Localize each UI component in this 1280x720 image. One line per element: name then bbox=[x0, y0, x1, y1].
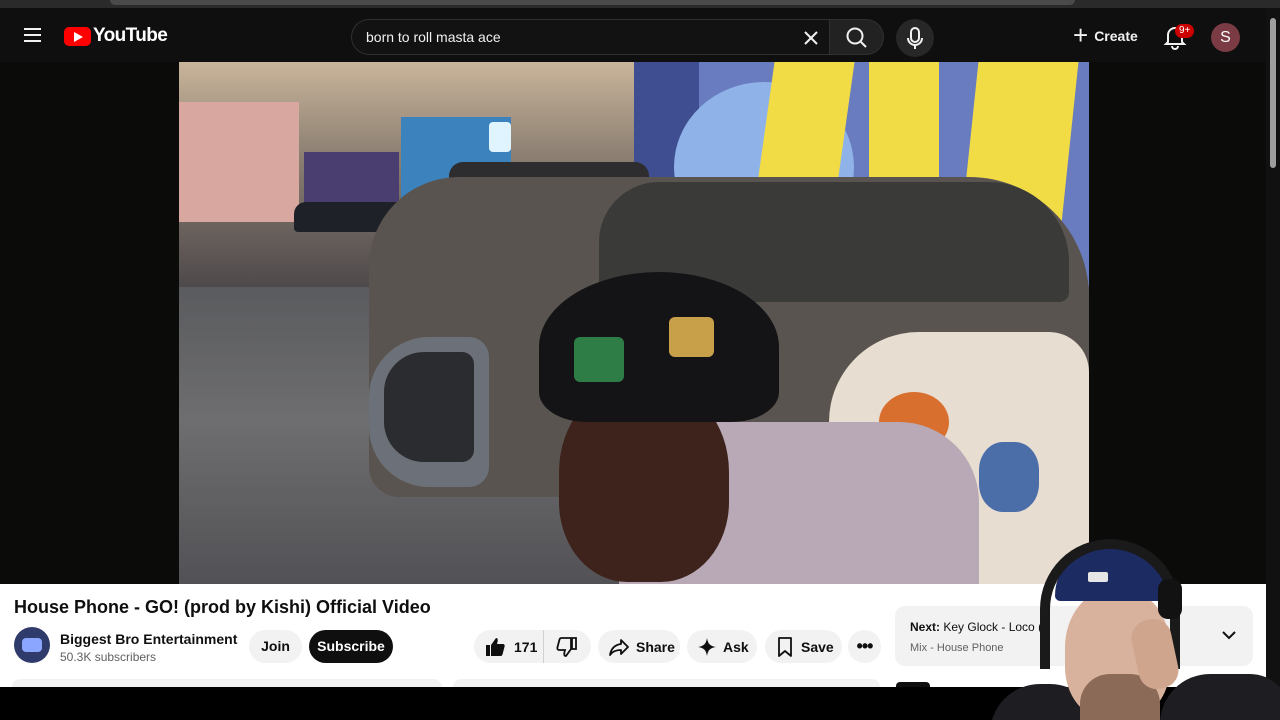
mic-icon bbox=[907, 27, 923, 49]
youtube-logo[interactable]: YouTube bbox=[64, 25, 168, 47]
webcam-headphone-cup bbox=[1158, 579, 1182, 619]
like-button[interactable]: 171 bbox=[474, 630, 544, 663]
like-dislike-group: 171 bbox=[474, 630, 591, 663]
video-frame[interactable] bbox=[179, 62, 1089, 584]
channel-avatar[interactable] bbox=[14, 627, 50, 663]
search-button[interactable] bbox=[829, 19, 884, 55]
share-label: Share bbox=[636, 638, 675, 655]
video-scene-cap-logo bbox=[574, 337, 624, 382]
share-button[interactable]: Share bbox=[598, 630, 680, 663]
subscribe-button[interactable]: Subscribe bbox=[309, 630, 393, 663]
subscriber-count: 50.3K subscribers bbox=[60, 650, 157, 664]
save-button[interactable]: Save bbox=[765, 630, 842, 663]
join-button[interactable]: Join bbox=[249, 630, 302, 663]
menu-icon[interactable] bbox=[18, 21, 46, 49]
create-button[interactable]: + Create bbox=[1065, 18, 1147, 54]
channel-name[interactable]: Biggest Bro Entertainment bbox=[60, 631, 237, 647]
comments-panel-edge bbox=[453, 679, 880, 687]
scroll-thumb[interactable] bbox=[1270, 18, 1276, 168]
youtube-header: YouTube born to roll masta ace + Create … bbox=[0, 8, 1266, 62]
voice-search-button[interactable] bbox=[896, 19, 934, 57]
search-icon bbox=[846, 27, 867, 48]
thumbs-up-icon bbox=[486, 637, 505, 656]
account-avatar[interactable]: S bbox=[1211, 23, 1240, 52]
video-scene-storefront bbox=[179, 102, 299, 222]
create-label: Create bbox=[1094, 28, 1138, 44]
search-query-text[interactable]: born to roll masta ace bbox=[366, 29, 501, 45]
bookmark-icon bbox=[778, 636, 792, 657]
webcam-overlay bbox=[930, 524, 1280, 720]
like-count: 171 bbox=[514, 638, 538, 655]
plus-icon: + bbox=[1073, 20, 1089, 50]
thumbs-down-icon bbox=[556, 636, 577, 657]
dislike-button[interactable] bbox=[544, 630, 590, 663]
search-input[interactable]: born to roll masta ace bbox=[351, 19, 829, 55]
more-icon[interactable]: ••• bbox=[848, 630, 881, 663]
video-title: House Phone - GO! (prod by Kishi) Offici… bbox=[14, 597, 431, 617]
video-scene-jacket-print bbox=[979, 442, 1039, 512]
video-scene-light bbox=[489, 122, 511, 152]
clear-icon[interactable] bbox=[797, 24, 825, 52]
youtube-logo-icon bbox=[64, 26, 91, 46]
share-icon bbox=[609, 638, 629, 656]
browser-address-pill bbox=[110, 0, 1075, 5]
notification-badge: 9+ bbox=[1175, 24, 1195, 38]
logo-text: YouTube bbox=[93, 25, 168, 46]
ask-button[interactable]: Ask bbox=[687, 630, 757, 663]
description-panel-edge bbox=[12, 679, 442, 687]
video-scene-cap-logo bbox=[669, 317, 714, 357]
sparkle-icon bbox=[698, 637, 716, 656]
browser-tab-strip bbox=[0, 0, 1280, 8]
video-player[interactable] bbox=[0, 62, 1266, 584]
ask-label: Ask bbox=[723, 638, 749, 655]
save-label: Save bbox=[801, 638, 834, 655]
video-scene-grille bbox=[384, 352, 474, 462]
